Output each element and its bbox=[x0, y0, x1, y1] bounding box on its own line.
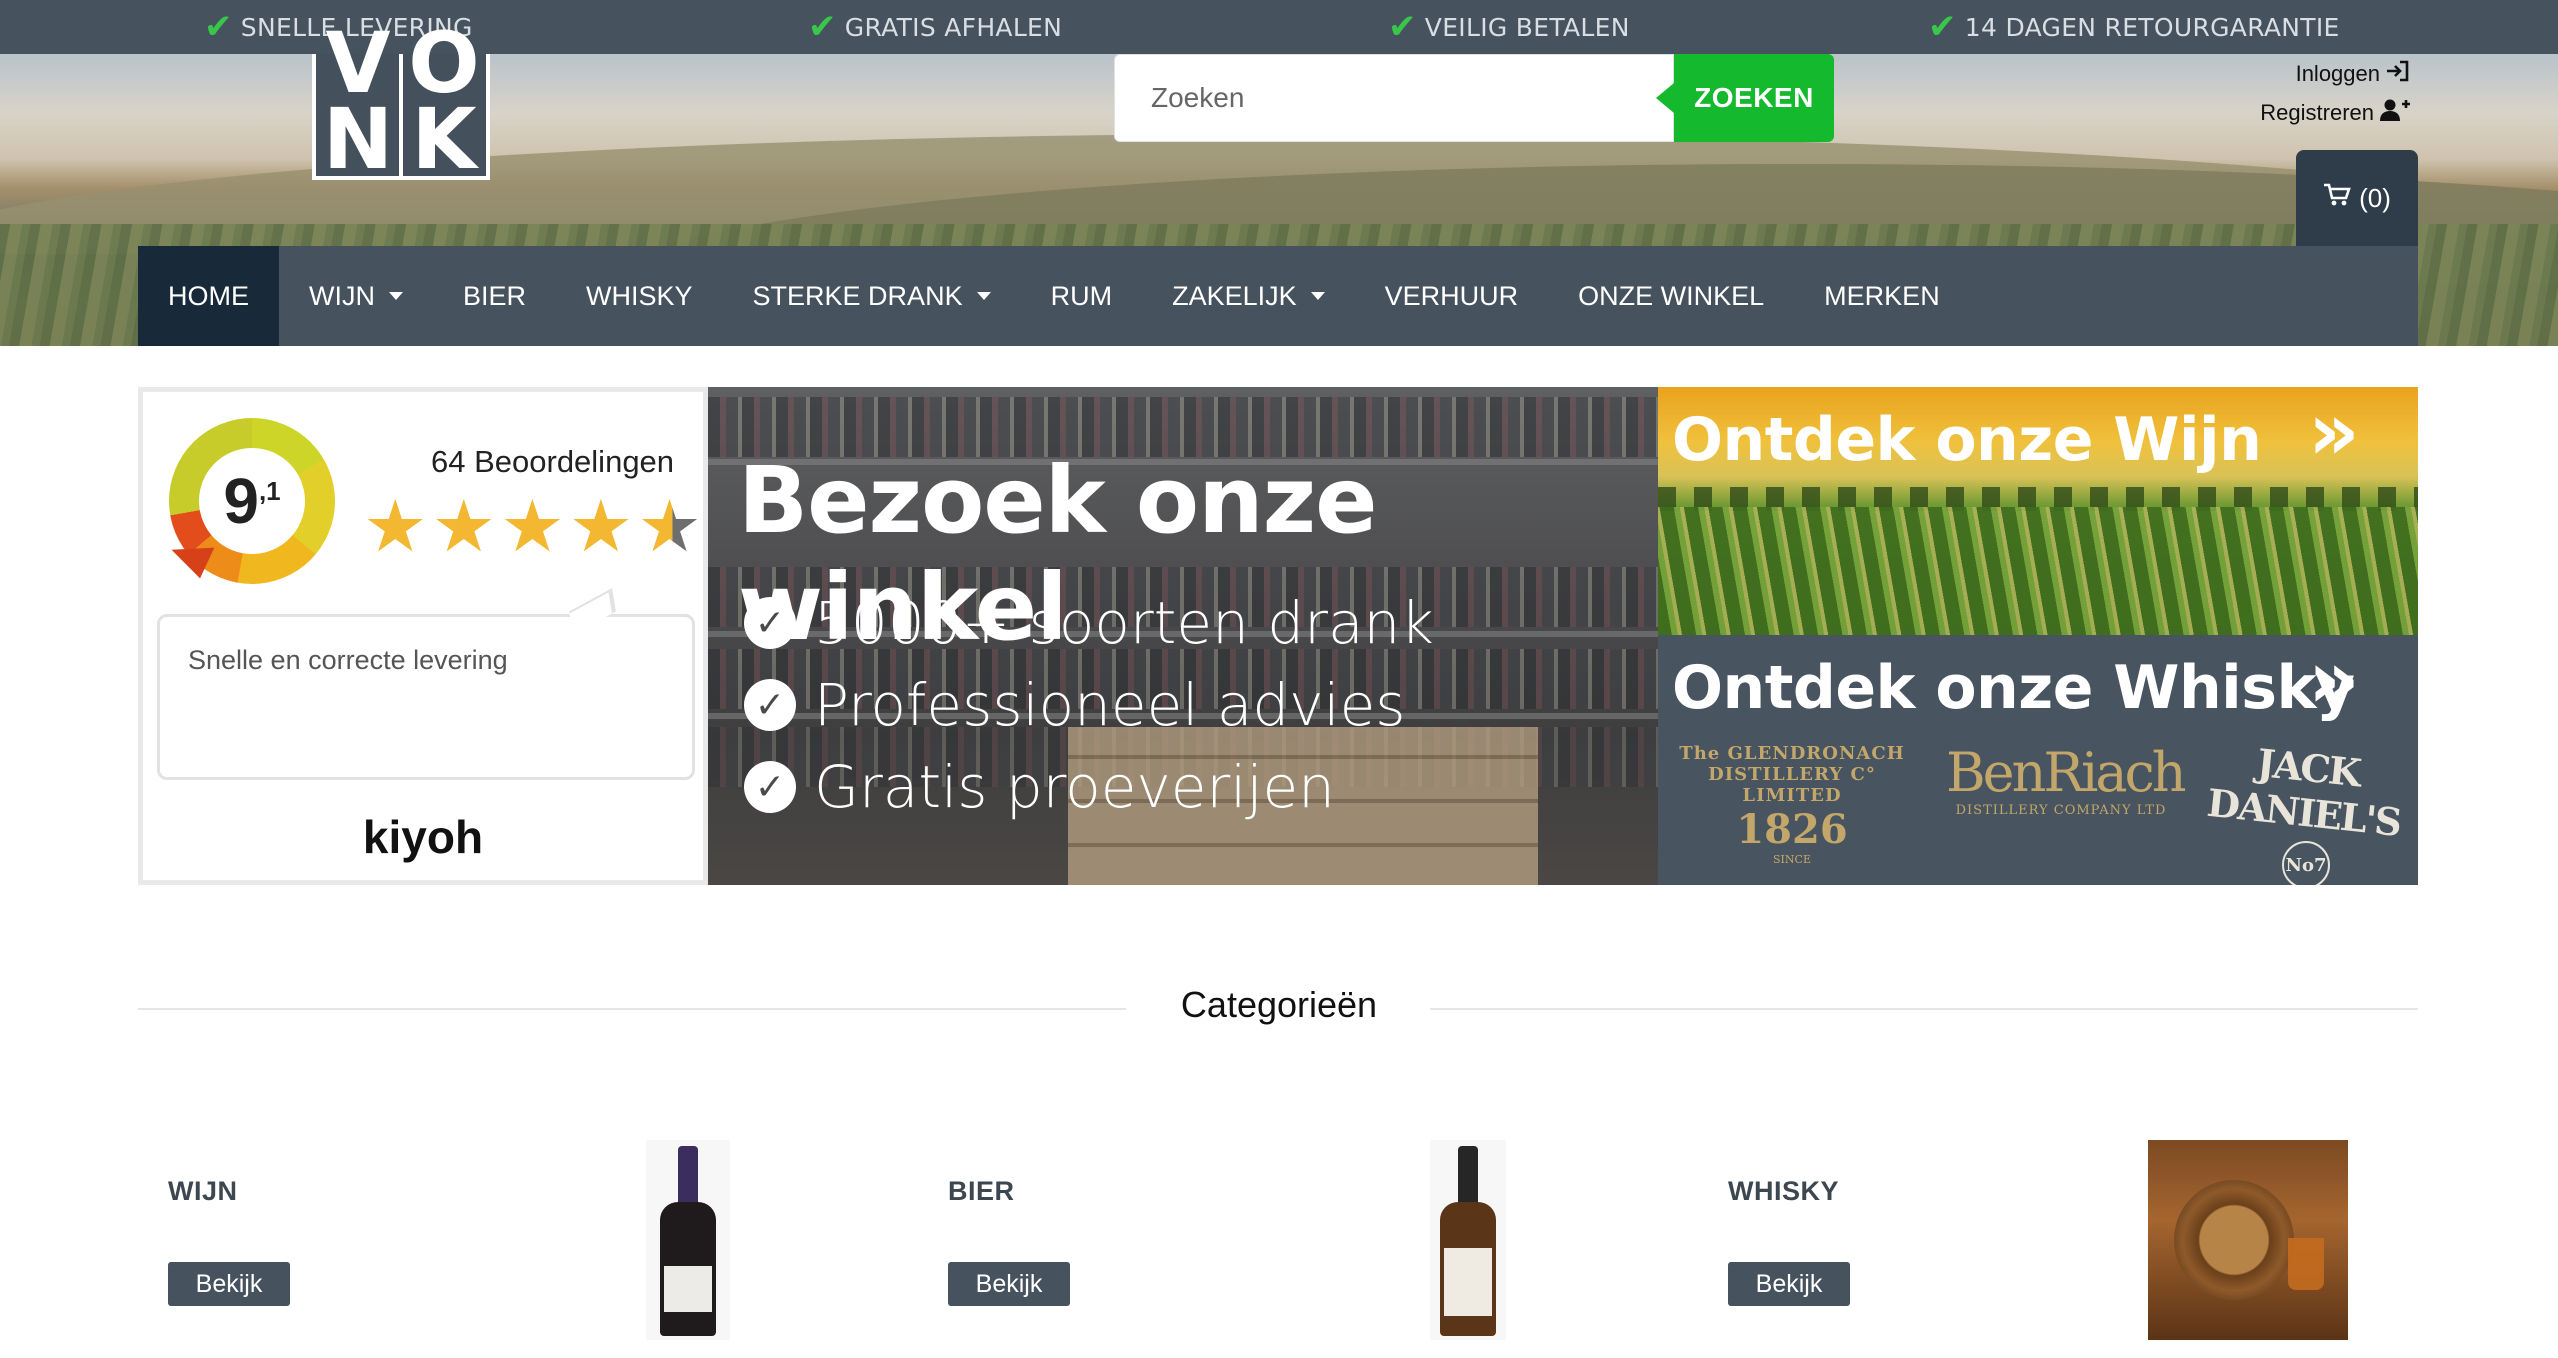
score-gauge: 9 ,1 bbox=[165, 418, 335, 584]
login-link[interactable]: Inloggen bbox=[2296, 60, 2410, 88]
logo-letter: V bbox=[325, 14, 391, 112]
check-circle-icon: ✓ bbox=[744, 761, 796, 813]
view-category-button[interactable]: Bekijk bbox=[168, 1262, 290, 1306]
caret-down-icon bbox=[388, 292, 403, 300]
view-category-button[interactable]: Bekijk bbox=[948, 1262, 1070, 1306]
half-star-icon: ★ bbox=[637, 484, 702, 568]
site-logo[interactable]: V O N K bbox=[312, 21, 490, 188]
register-link[interactable]: Registreren bbox=[2260, 98, 2410, 128]
nav-label: BIER bbox=[462, 280, 527, 311]
login-label: Inloggen bbox=[2295, 61, 2380, 86]
glendronach-logo: The GLENDRONACH DISTILLERY C° LIMITED 18… bbox=[1679, 743, 1905, 866]
double-chevron-right-icon: » bbox=[2308, 635, 2359, 726]
nav-label: ONZE WINKEL bbox=[1578, 280, 1765, 311]
logo-letter: N bbox=[322, 90, 394, 188]
search-input[interactable] bbox=[1114, 54, 1674, 142]
kiyoh-logo: kiyoh bbox=[362, 811, 484, 863]
nav-label: WIJN bbox=[309, 280, 375, 311]
add-user-icon bbox=[2380, 98, 2410, 128]
logo-letter: K bbox=[411, 90, 477, 188]
checkmark-icon: ✔ bbox=[808, 7, 837, 47]
wine-bottle-image[interactable] bbox=[646, 1140, 730, 1340]
nav-item-sterke-drank[interactable]: STERKE DRANK bbox=[723, 246, 1021, 346]
search-button[interactable]: ZOEKEN bbox=[1656, 54, 1834, 142]
score-decimal: ,1 bbox=[258, 476, 281, 506]
star-icon: ★ bbox=[568, 484, 634, 568]
search-button-label: ZOEKEN bbox=[1694, 82, 1814, 113]
category-name: WHISKY bbox=[1728, 1176, 1839, 1206]
main-nav: HOME WIJN BIER WHISKY STERKE DRANK RUM Z… bbox=[138, 246, 2418, 346]
store-feature: ✓ 5000+ soorten drank bbox=[744, 589, 1434, 657]
nav-item-verhuur[interactable]: VERHUUR bbox=[1355, 246, 1549, 346]
store-banner[interactable]: Bezoek onze winkel ✓ 5000+ soorten drank… bbox=[708, 387, 1658, 885]
caret-down-icon bbox=[1310, 292, 1325, 300]
star-icon: ★ bbox=[431, 484, 497, 568]
check-circle-icon: ✓ bbox=[744, 597, 796, 649]
usp-label: VEILIG BETALEN bbox=[1424, 12, 1630, 42]
nav-item-zakelijk[interactable]: ZAKELIJK bbox=[1142, 246, 1355, 346]
benriach-logo: BenRiach DISTILLERY COMPANY LTD bbox=[1946, 741, 2187, 819]
category-name: WIJN bbox=[168, 1176, 238, 1206]
star-icon: ★ bbox=[363, 484, 428, 568]
cart-count: (0) bbox=[2359, 182, 2391, 213]
category-card-wijn: WIJN Bekijk bbox=[138, 1140, 898, 1340]
nav-item-whisky[interactable]: WHISKY bbox=[556, 246, 723, 346]
nav-item-wijn[interactable]: WIJN bbox=[279, 246, 433, 346]
usp-label: GRATIS AFHALEN bbox=[844, 12, 1063, 42]
category-name: BIER bbox=[948, 1176, 1015, 1206]
nav-label: WHISKY bbox=[586, 280, 693, 311]
category-card-whisky: WHISKY Bekijk bbox=[1698, 1140, 2418, 1340]
usp-item: ✔ GRATIS AFHALEN bbox=[808, 0, 1062, 54]
nav-label: MERKEN bbox=[1824, 280, 1940, 311]
nav-label: HOME bbox=[168, 280, 249, 311]
store-feature-label: Gratis proeverijen bbox=[814, 753, 1335, 821]
score-value: 9 bbox=[223, 465, 259, 537]
kiyoh-review-widget[interactable]: 9 ,1 64 Beoordelingen ★ ★ ★ ★ ★ Snelle e… bbox=[138, 387, 708, 885]
wine-banner-title: Ontdek onze Wijn bbox=[1672, 405, 2262, 475]
nav-item-home[interactable]: HOME bbox=[138, 246, 279, 346]
nav-item-bier[interactable]: BIER bbox=[433, 246, 556, 346]
checkmark-icon: ✔ bbox=[1928, 7, 1957, 47]
double-chevron-right-icon: » bbox=[2308, 387, 2359, 478]
caret-down-icon bbox=[976, 292, 991, 300]
login-icon bbox=[2386, 60, 2410, 88]
store-feature-label: Professioneel advies bbox=[814, 671, 1406, 739]
review-bubble: Snelle en correcte levering bbox=[157, 614, 695, 780]
usp-label: 14 DAGEN RETOURGARANTIE bbox=[1964, 12, 2340, 42]
nav-item-rum[interactable]: RUM bbox=[1021, 246, 1143, 346]
usp-item: ✔ VEILIG BETALEN bbox=[1388, 0, 1630, 54]
whisky-barrel-image[interactable] bbox=[2148, 1140, 2348, 1340]
store-feature-label: 5000+ soorten drank bbox=[814, 589, 1434, 657]
nav-label: STERKE DRANK bbox=[752, 280, 963, 311]
store-feature: ✓ Professioneel advies bbox=[744, 671, 1406, 739]
jack-daniels-logo: JACK DANIEL'S No7 bbox=[2205, 740, 2406, 885]
star-rating: ★ ★ ★ ★ ★ bbox=[363, 490, 702, 562]
category-card-bier: BIER Bekijk bbox=[918, 1140, 1678, 1340]
nav-item-onze-winkel[interactable]: ONZE WINKEL bbox=[1548, 246, 1794, 346]
whisky-banner[interactable]: Ontdek onze Whisky » The GLENDRONACH DIS… bbox=[1658, 635, 2418, 885]
wine-banner[interactable]: Ontdek onze Wijn » bbox=[1658, 387, 2418, 635]
star-icon: ★ bbox=[500, 484, 565, 568]
logo-letter: O bbox=[408, 14, 480, 112]
review-text: Snelle en correcte levering bbox=[188, 645, 508, 675]
cart-icon bbox=[2323, 183, 2351, 214]
nav-label: ZAKELIJK bbox=[1172, 280, 1297, 311]
view-category-button[interactable]: Bekijk bbox=[1728, 1262, 1850, 1306]
categories-title: Categorieën bbox=[1180, 984, 1378, 1025]
checkmark-icon: ✔ bbox=[1388, 7, 1417, 47]
check-circle-icon: ✓ bbox=[744, 679, 796, 731]
checkmark-icon: ✔ bbox=[204, 7, 233, 47]
nav-label: RUM bbox=[1050, 280, 1113, 311]
beer-bottle-image[interactable] bbox=[1430, 1140, 1506, 1340]
nav-label: VERHUUR bbox=[1384, 280, 1519, 311]
nav-item-merken[interactable]: MERKEN bbox=[1794, 246, 1970, 346]
store-feature: ✓ Gratis proeverijen bbox=[744, 753, 1335, 821]
cart-button[interactable]: (0) bbox=[2296, 150, 2418, 246]
usp-item: ✔ 14 DAGEN RETOURGARANTIE bbox=[1928, 0, 2340, 54]
register-label: Registreren bbox=[2260, 100, 2374, 125]
review-count: 64 Beoordelingen bbox=[431, 444, 675, 479]
whisky-banner-title: Ontdek onze Whisky bbox=[1672, 653, 2355, 723]
